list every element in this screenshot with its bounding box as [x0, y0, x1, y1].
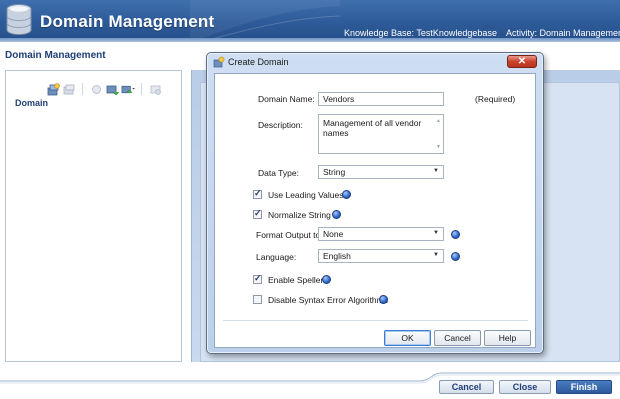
language-value: English [323, 251, 351, 261]
help-icon[interactable] [332, 210, 341, 219]
domain-icon [213, 56, 225, 68]
format-output-select[interactable]: None ▼ [318, 227, 444, 241]
footer-cancel-button[interactable]: Cancel [439, 380, 494, 394]
required-label: (Required) [475, 94, 516, 104]
help-icon[interactable] [379, 295, 388, 304]
create-domain-dialog: Create Domain ✕ Domain Name: Vendors (Re… [206, 52, 544, 354]
help-icon[interactable] [451, 230, 460, 239]
help-icon[interactable] [451, 252, 460, 261]
dialog-title: Create Domain [228, 57, 289, 67]
data-type-value: String [323, 167, 346, 177]
knowledge-base-label: Knowledge Base: TestKnowledgebase [344, 28, 497, 38]
scroll-down-icon[interactable]: ▼ [436, 142, 441, 152]
create-domain-icon[interactable] [46, 82, 60, 96]
domain-toolbar [46, 81, 162, 97]
toolbar-separator [141, 83, 142, 95]
export-domain-icon[interactable] [121, 82, 135, 96]
footer-finish-button[interactable]: Finish [556, 380, 612, 394]
help-button[interactable]: Help [484, 330, 531, 346]
language-label: Language: [256, 252, 297, 262]
activity-label: Activity: Domain Management [506, 28, 620, 38]
help-icon[interactable] [322, 275, 331, 284]
disable-syntax-error-checkbox[interactable] [253, 295, 262, 304]
ok-button[interactable]: OK [384, 330, 431, 346]
dialog-separator [223, 320, 528, 321]
dialog-titlebar[interactable]: Create Domain ✕ [207, 53, 543, 71]
chevron-down-icon: ▼ [433, 252, 439, 258]
enable-speller-label: Enable Speller [268, 275, 324, 285]
normalize-string-checkbox[interactable] [253, 208, 262, 219]
normalize-string-label: Normalize String [268, 210, 331, 220]
help-icon[interactable] [342, 190, 351, 199]
header-wave-decoration [190, 0, 340, 42]
database-logo-icon [6, 4, 32, 35]
app-header: Domain Management Knowledge Base: TestKn… [0, 0, 620, 42]
dialog-close-button[interactable]: ✕ [507, 55, 537, 68]
enable-speller-checkbox[interactable] [253, 273, 262, 284]
disable-syntax-error-label: Disable Syntax Error Algorithms [268, 295, 388, 305]
toolbar-separator [82, 83, 83, 95]
scroll-up-icon[interactable]: ▲ [436, 116, 441, 126]
domain-name-input[interactable]: Vendors [318, 92, 444, 106]
cancel-button[interactable]: Cancel [434, 330, 481, 346]
description-label: Description: [258, 120, 303, 130]
data-type-select[interactable]: String ▼ [318, 165, 444, 179]
language-select[interactable]: English ▼ [318, 249, 444, 263]
app-title: Domain Management [40, 12, 215, 31]
page-title: Domain Management [5, 50, 106, 61]
create-composite-domain-icon[interactable] [62, 82, 76, 96]
domain-column-header[interactable]: Domain [15, 98, 48, 108]
import-domain-icon[interactable] [105, 82, 119, 96]
description-textarea[interactable]: Management of all vendor names ▲ ▼ [318, 114, 444, 154]
dialog-body: Domain Name: Vendors (Required) Descript… [214, 73, 536, 348]
data-type-label: Data Type: [258, 168, 299, 178]
description-text: Management of all vendor names [323, 118, 422, 138]
delete-domain-icon[interactable] [89, 82, 103, 96]
chevron-down-icon: ▼ [433, 230, 439, 236]
format-output-value: None [323, 229, 344, 239]
use-leading-values-checkbox[interactable] [253, 188, 262, 199]
format-output-label: Format Output to: [256, 230, 323, 240]
domain-name-label: Domain Name: [258, 94, 315, 104]
domain-list-panel: Domain [5, 70, 182, 362]
use-leading-values-label: Use Leading Values [268, 190, 344, 200]
footer-close-button[interactable]: Close [499, 380, 551, 394]
view-icon[interactable] [148, 82, 162, 96]
chevron-down-icon: ▼ [433, 168, 439, 174]
